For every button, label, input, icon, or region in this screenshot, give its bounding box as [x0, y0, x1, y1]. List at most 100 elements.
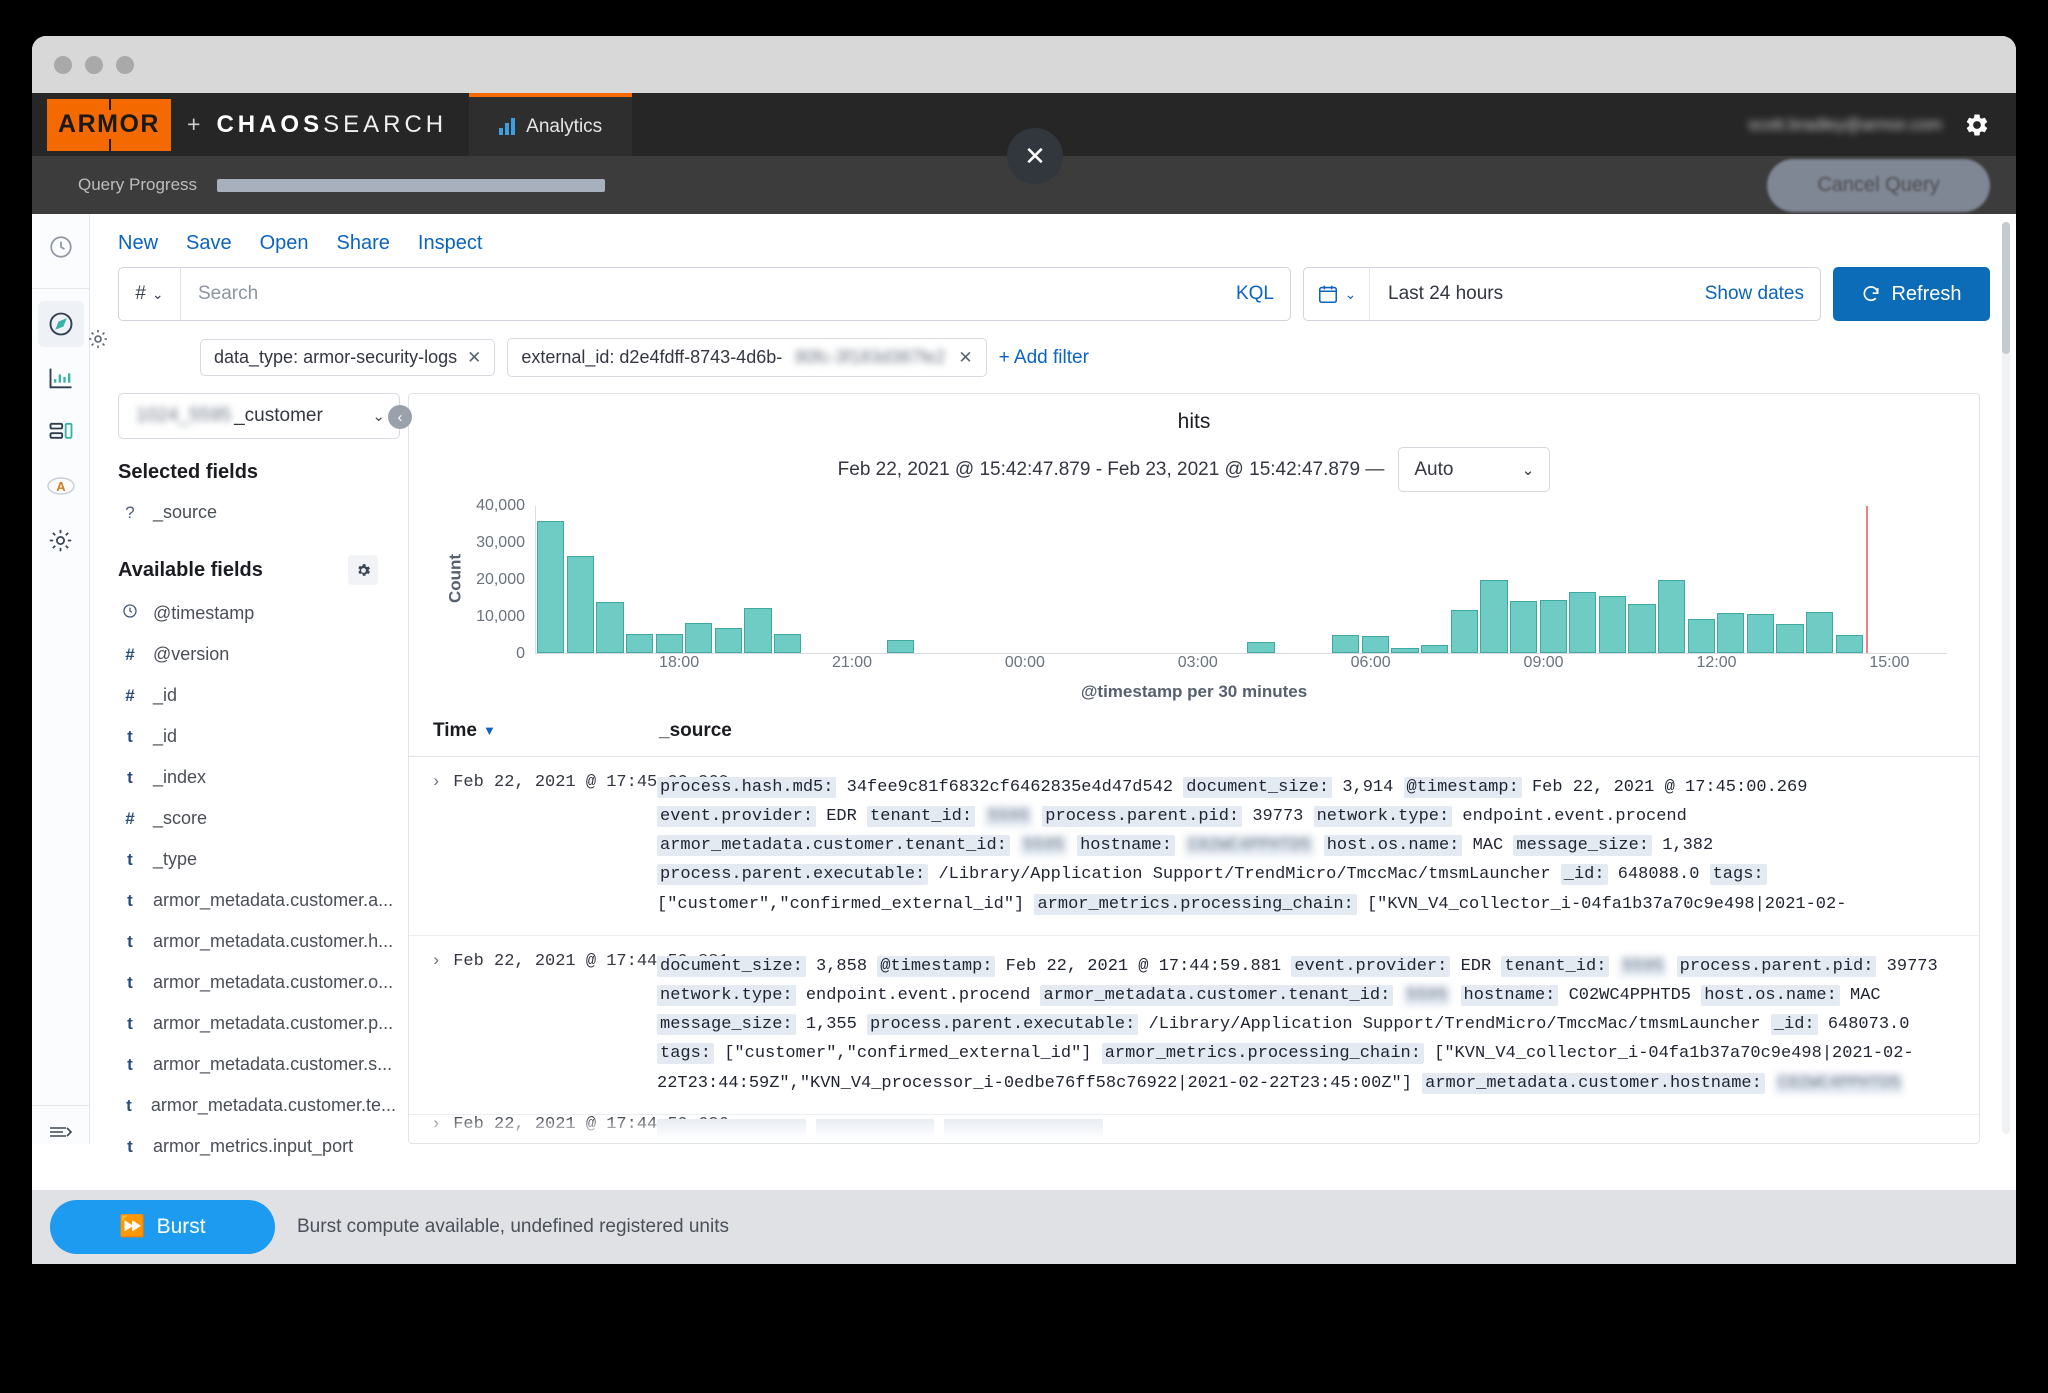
sidebar-item-visualize[interactable] — [38, 355, 84, 401]
histogram-bars[interactable] — [536, 506, 1947, 653]
histogram-bar[interactable] — [1628, 604, 1656, 653]
gear-icon[interactable] — [1964, 112, 1990, 138]
doc-field-key: event.provider: — [1291, 955, 1451, 977]
histogram-bar[interactable] — [596, 602, 624, 653]
doc-field-value: endpoint.event.procend — [1462, 806, 1687, 826]
histogram-bar[interactable] — [1539, 599, 1567, 653]
histogram-bar[interactable] — [626, 634, 654, 653]
doc-field-key: _id: — [1560, 864, 1608, 886]
histogram-bar[interactable] — [1717, 613, 1745, 653]
date-picker[interactable]: ⌄ Last 24 hours Show dates — [1303, 267, 1821, 321]
histogram-bar[interactable] — [1480, 579, 1508, 653]
filter-settings-icon[interactable] — [86, 327, 110, 351]
window-maximize-button[interactable] — [116, 55, 134, 74]
histogram-bar[interactable] — [1776, 623, 1804, 653]
histogram-bar[interactable] — [655, 634, 683, 653]
collapse-sidebar-button[interactable]: ‹ — [388, 405, 412, 429]
filter-pill-data-type[interactable]: data_type: armor-security-logs ✕ — [200, 339, 496, 376]
histogram-bar[interactable] — [774, 633, 802, 653]
interval-select[interactable]: Auto ⌄ — [1398, 447, 1551, 492]
field-item[interactable]: t armor_metadata.customer.h... — [118, 921, 396, 962]
add-filter-button[interactable]: + Add filter — [999, 347, 1089, 369]
table-row[interactable]: › Feb 22, 2021 @ 17:45:00.269 process.hash… — [409, 757, 1979, 936]
doc-field-value: 3,914 — [1342, 777, 1394, 797]
histogram-bar[interactable] — [1806, 612, 1834, 653]
sort-desc-icon[interactable]: ▼ — [483, 723, 496, 738]
sidebar-item-management[interactable] — [38, 517, 84, 563]
histogram-bar[interactable] — [1391, 647, 1419, 653]
doc-field-key: hostname: — [1460, 984, 1559, 1006]
x-tick-label: 00:00 — [1004, 653, 1045, 671]
close-icon[interactable]: ✕ — [1007, 128, 1063, 184]
field-item[interactable]: t armor_metadata.customer.s... — [118, 1044, 396, 1085]
search-bar[interactable]: # ⌄ Search KQL — [118, 267, 1291, 321]
field-item[interactable]: @timestamp — [118, 593, 396, 634]
histogram-bar[interactable] — [1247, 642, 1275, 653]
column-header-time[interactable]: Time ▼ — [433, 720, 659, 742]
field-item[interactable]: t armor_metadata.customer.a... — [118, 880, 396, 921]
search-input[interactable]: Search — [181, 283, 1236, 305]
histogram-bar[interactable] — [537, 520, 565, 653]
collapse-nav-icon[interactable] — [46, 1120, 76, 1144]
histogram-bar[interactable] — [1835, 634, 1863, 653]
expand-row-icon[interactable]: › — [431, 1115, 441, 1143]
histogram-bar[interactable] — [685, 622, 713, 653]
close-icon[interactable]: ✕ — [467, 348, 481, 368]
field-item[interactable]: # _score — [118, 798, 396, 839]
histogram-bar[interactable] — [1332, 635, 1360, 653]
cancel-query-button[interactable]: Cancel Query — [1767, 158, 1990, 212]
date-range-value[interactable]: Last 24 hours — [1370, 283, 1503, 305]
field-settings-icon[interactable] — [348, 555, 378, 585]
histogram-bar[interactable] — [1509, 600, 1538, 653]
refresh-button[interactable]: Refresh — [1833, 267, 1990, 321]
tab-analytics[interactable]: Analytics — [469, 93, 633, 156]
sidebar-item-discover[interactable] — [37, 301, 84, 347]
histogram-bar[interactable] — [744, 607, 772, 653]
field-item[interactable]: t _index — [118, 757, 396, 798]
index-pattern-select[interactable]: 1024_5595 _customer ⌄ — [118, 393, 400, 439]
sidebar-item-recently-viewed[interactable] — [38, 224, 84, 270]
histogram-bar[interactable] — [1361, 636, 1390, 653]
histogram-bar[interactable] — [1421, 644, 1449, 653]
field-item-source[interactable]: ? _source — [118, 492, 396, 533]
close-icon[interactable]: ✕ — [958, 348, 972, 368]
field-item[interactable]: t _id — [118, 716, 396, 757]
expand-row-icon[interactable]: › — [431, 952, 441, 1098]
menu-inspect[interactable]: Inspect — [418, 232, 482, 255]
y-tick-label: 40,000 — [476, 497, 525, 514]
histogram-bar[interactable] — [566, 555, 595, 653]
filter-pill-external-id[interactable]: external_id: d2e4fdff-8743-4d6b- 80fc-3f… — [507, 338, 987, 377]
menu-open[interactable]: Open — [260, 232, 309, 255]
histogram-bar[interactable] — [1569, 591, 1597, 653]
menu-new[interactable]: New — [118, 232, 158, 255]
query-language-badge[interactable]: KQL — [1236, 283, 1290, 305]
field-item[interactable]: # _id — [118, 675, 396, 716]
date-quick-select[interactable]: ⌄ — [1304, 268, 1370, 320]
burst-button[interactable]: ⏩ Burst — [50, 1200, 275, 1254]
menu-share[interactable]: Share — [337, 232, 390, 255]
window-close-button[interactable] — [54, 55, 72, 74]
field-item[interactable]: # @version — [118, 634, 396, 675]
field-item[interactable]: t armor_metadata.customer.p... — [118, 1003, 396, 1044]
histogram-bar[interactable] — [714, 628, 743, 653]
histogram-bar[interactable] — [1657, 580, 1686, 653]
field-item[interactable]: t _type — [118, 839, 396, 880]
histogram-bar[interactable] — [1450, 610, 1478, 653]
sidebar-item-apm[interactable]: A — [38, 463, 84, 509]
doc-source-cell: document_size: @timestamp: event.provide… — [657, 1115, 1979, 1143]
table-row[interactable]: › Feb 22, 2021 @ 17:44:59.881 document_siz… — [409, 936, 1979, 1115]
histogram-bar[interactable] — [1598, 596, 1626, 653]
sidebar-item-dashboard[interactable] — [38, 409, 84, 455]
table-row[interactable]: › Feb 22, 2021 @ 17:44:59.626 document_s… — [409, 1115, 1979, 1143]
window-minimize-button[interactable] — [85, 55, 103, 74]
menu-save[interactable]: Save — [186, 232, 232, 255]
field-item[interactable]: t armor_metadata.customer.te... — [118, 1085, 396, 1126]
show-dates-button[interactable]: Show dates — [1705, 283, 1820, 305]
field-item[interactable]: t armor_metrics.input_port — [118, 1126, 396, 1167]
expand-row-icon[interactable]: › — [431, 773, 441, 919]
histogram-bar[interactable] — [1746, 614, 1775, 653]
search-type-selector[interactable]: # ⌄ — [119, 268, 181, 320]
histogram-bar[interactable] — [886, 640, 914, 653]
field-item[interactable]: t armor_metadata.customer.o... — [118, 962, 396, 1003]
histogram-bar[interactable] — [1687, 619, 1715, 653]
